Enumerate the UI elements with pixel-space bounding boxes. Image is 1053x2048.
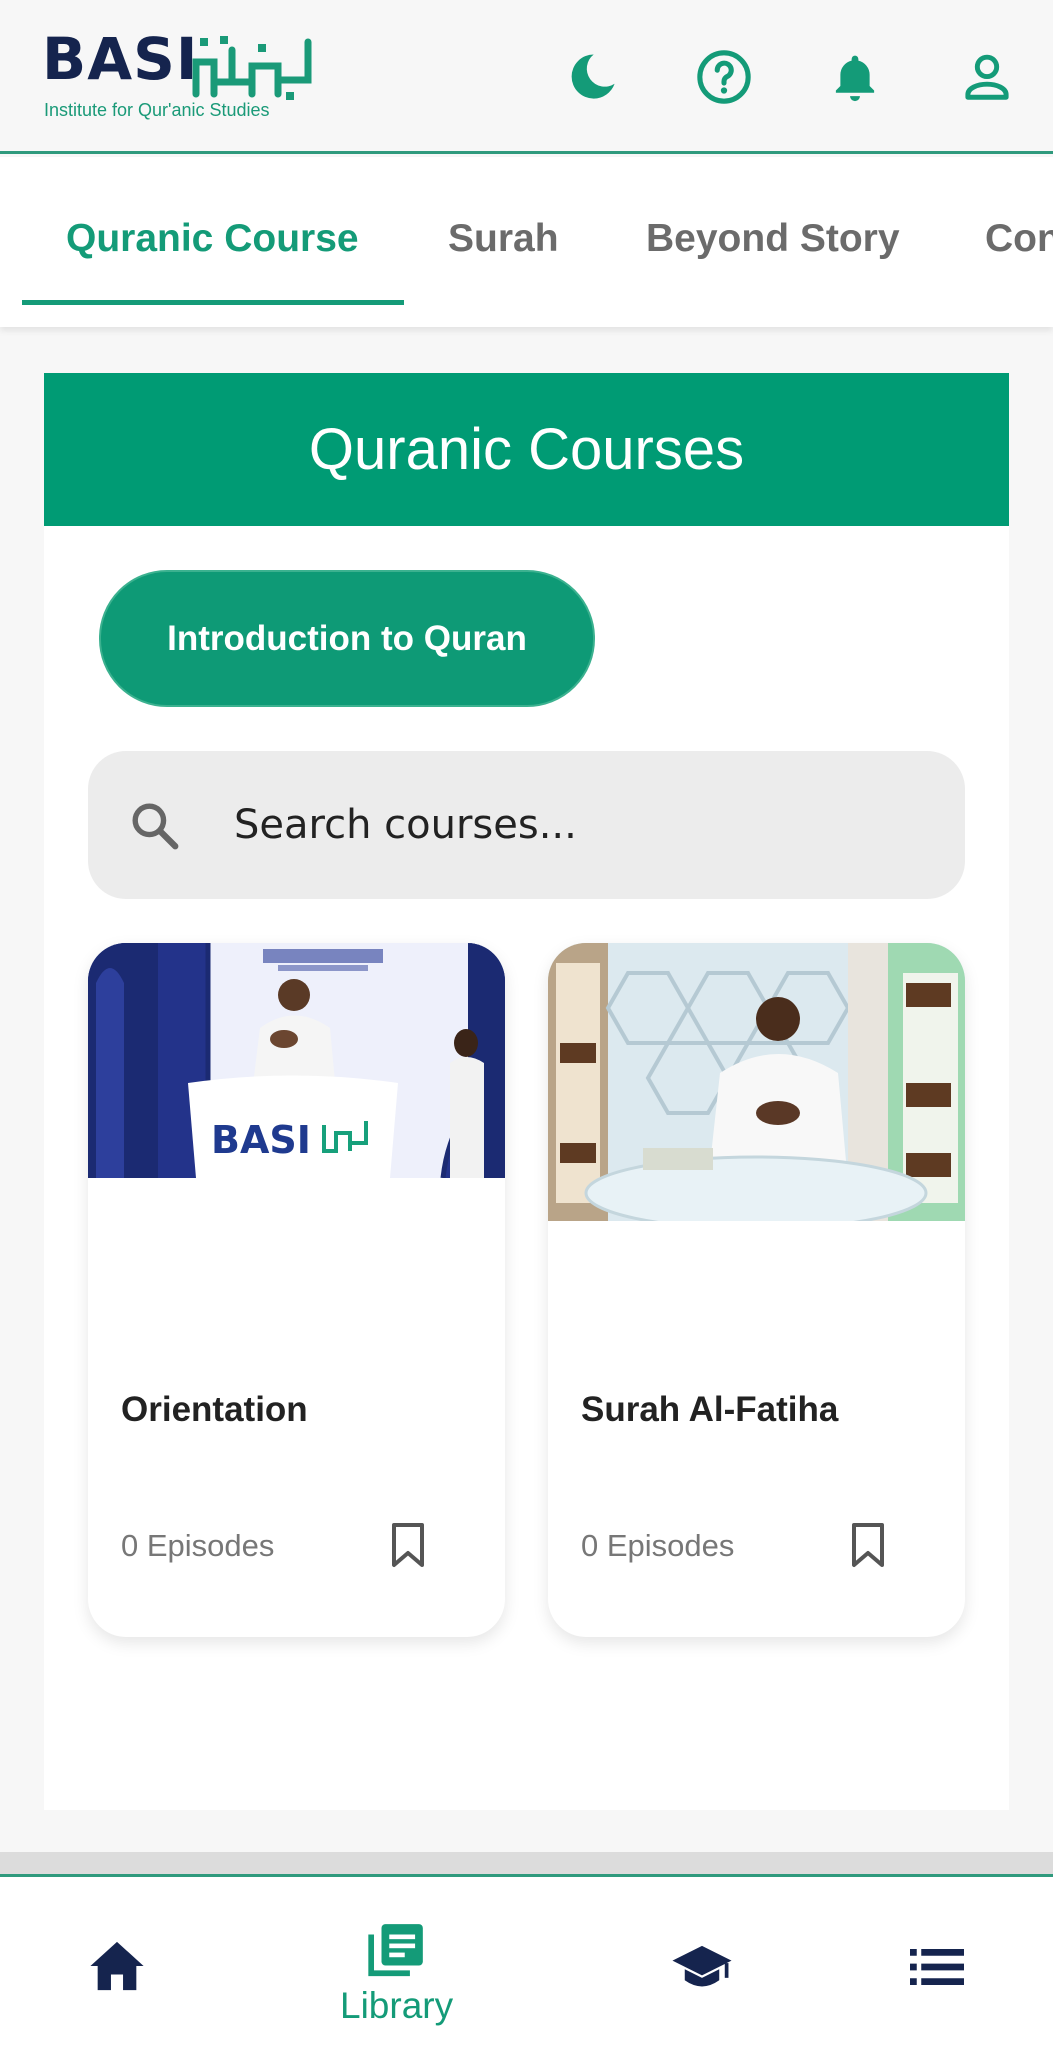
search-input[interactable]	[234, 795, 934, 855]
episode-count: 0 Episodes	[121, 1528, 275, 1563]
episode-count: 0 Episodes	[581, 1528, 735, 1563]
tab-beyond-story[interactable]: Beyond Story	[646, 217, 900, 261]
profile-button[interactable]	[956, 46, 1018, 108]
tab-surah[interactable]: Surah	[448, 217, 559, 261]
bell-icon	[835, 55, 875, 102]
search-bar[interactable]	[88, 751, 965, 899]
home-icon	[90, 1941, 144, 1991]
help-button[interactable]	[693, 46, 755, 108]
bookmark-icon[interactable]	[848, 1521, 888, 1569]
course-title: Surah Al-Fatiha	[581, 1390, 839, 1429]
course-card[interactable]: Surah Al-Fatiha 0 Episodes	[548, 943, 965, 1637]
bottom-navigation: Library	[0, 1877, 1053, 2048]
list-icon	[910, 1949, 964, 1985]
category-tabs: Quranic Course Surah Beyond Story Con	[0, 157, 1053, 327]
library-icon	[367, 1924, 423, 1977]
app-header: BASI Institute for Qur'anic Studies	[0, 0, 1053, 154]
search-icon	[132, 803, 179, 850]
user-icon	[965, 54, 1009, 100]
page-title: Quranic Courses	[44, 373, 1009, 526]
nav-library-label: Library	[340, 1985, 454, 2026]
course-card[interactable]: BASI Orientation 0 Episodes	[88, 943, 505, 1637]
nav-library[interactable]: Library	[340, 1921, 453, 2027]
course-thumbnail: BASI	[88, 943, 505, 1178]
filter-chip-introduction[interactable]: Introduction to Quran	[99, 570, 595, 707]
graduation-cap-icon	[672, 1945, 732, 1987]
nav-home[interactable]	[88, 1939, 146, 1993]
logo-subtitle: Institute for Qur'anic Studies	[44, 100, 270, 120]
notifications-button[interactable]	[824, 46, 886, 108]
tab-quranic-course[interactable]: Quranic Course	[66, 217, 359, 261]
active-tab-indicator	[22, 300, 404, 305]
help-icon	[697, 50, 751, 104]
nav-menu[interactable]	[910, 1949, 964, 1985]
tab-con[interactable]: Con	[985, 217, 1053, 261]
bottom-divider	[0, 1852, 1053, 1874]
basir-logo[interactable]: BASI Institute for Qur'anic Studies	[42, 30, 322, 125]
nav-courses[interactable]	[670, 1941, 734, 1995]
courses-panel: Quranic Courses Introduction to Quran Se…	[44, 373, 1009, 1810]
course-title: Orientation	[121, 1390, 308, 1429]
dark-mode-toggle[interactable]	[562, 46, 624, 108]
bookmark-icon[interactable]	[388, 1521, 428, 1569]
course-thumbnail	[548, 943, 965, 1221]
moon-icon	[571, 54, 615, 99]
podium-logo-text: BASI	[211, 1118, 311, 1162]
logo-wordmark: BASI	[42, 25, 199, 93]
logo-arabic-mark	[192, 36, 312, 100]
